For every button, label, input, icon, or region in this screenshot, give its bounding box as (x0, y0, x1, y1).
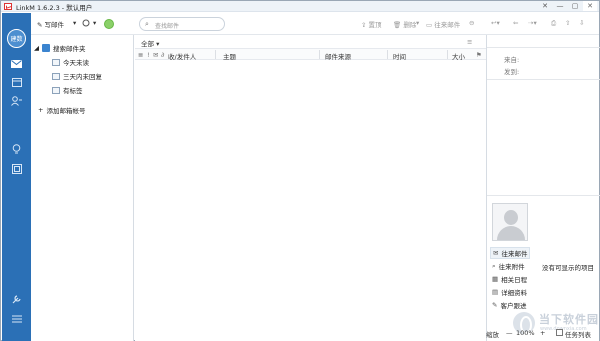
window-title: LinkM 1.6.2.3 - 默认用户 (16, 4, 93, 12)
mail-search-input[interactable]: ⌕ 查找邮件 (139, 17, 225, 31)
reply-all-icon[interactable]: ⇐ (513, 19, 518, 27)
close-button[interactable]: ✕ (583, 1, 597, 11)
from-label: 来自: (504, 56, 520, 64)
add-account-link[interactable]: + 添加邮箱帐号 (38, 105, 85, 115)
folder-search-root[interactable]: ◢ 搜索邮件夹 (34, 43, 86, 53)
status-indicator[interactable] (104, 19, 114, 29)
mail-icon: ✉ (493, 249, 499, 257)
app-logo-icon (4, 3, 12, 10)
delete-button[interactable]: 🗑 删除 (393, 19, 416, 29)
search-folder-icon (42, 44, 50, 52)
collapse-arrow-icon[interactable]: ◢ (34, 44, 39, 52)
read-status-icon[interactable]: ✉ (153, 51, 158, 59)
col-time[interactable]: 时间 (393, 51, 406, 61)
col-sender[interactable]: 收/发件人 (168, 51, 196, 61)
tab-related-schedule[interactable]: ▦ 相关日程 (492, 274, 527, 284)
divider (487, 195, 600, 196)
more-icon[interactable]: ⊖ (469, 19, 474, 27)
print-icon[interactable]: ⎙ (551, 19, 556, 28)
col-source[interactable]: 邮件来源 (325, 51, 351, 61)
compose-icon: ✎ (37, 21, 45, 29)
mail-list-header: ≣ ! ✉ ∂ 收/发件人 主题 邮件来源 时间 大小 ⚑ (135, 48, 486, 61)
to-label: 发到: (504, 68, 520, 76)
column-divider[interactable] (319, 50, 320, 59)
settings-icon[interactable] (10, 293, 23, 304)
attachment-icon[interactable]: ∂ (161, 51, 164, 59)
folder-icon (52, 72, 60, 80)
prev-icon[interactable]: ⇧ (565, 19, 570, 27)
calendar-icon[interactable] (10, 76, 23, 87)
zoom-in-button[interactable]: + (540, 329, 545, 337)
next-icon[interactable]: ⇩ (579, 19, 584, 27)
compose-button[interactable]: ✎ 写邮件 (37, 19, 64, 29)
zoom-label: 缩放 (486, 331, 499, 339)
main-toolbar: ✎ 写邮件 ▾ ▾ ⇪ 置顶 🗑 删除 ▾ ▭ 往来邮件 ⊖ ↩▾ ⇐ ⇢▾ ⎙… (31, 13, 599, 35)
folder-tagged[interactable]: 有标签 (52, 85, 83, 95)
folder-icon (52, 58, 60, 66)
refresh-icon[interactable] (82, 19, 90, 29)
calendar-icon: ▦ (492, 275, 499, 283)
delete-dropdown-icon[interactable]: ▾ (416, 19, 419, 27)
chevron-down-icon: ▾ (156, 40, 160, 48)
list-options-icon[interactable]: ≡ (467, 38, 472, 46)
status-bar: 缩放 — 100% + 任务列表 (486, 326, 599, 340)
empty-message: 没有可显示的项目 (542, 264, 594, 272)
divider (487, 79, 600, 80)
user-avatar[interactable]: 建数 (7, 29, 26, 48)
forward-icon[interactable]: ⇢▾ (528, 19, 537, 27)
thread-icon[interactable]: ≣ (138, 51, 143, 59)
divider (487, 47, 600, 48)
title-bar: LinkM 1.6.2.3 - 默认用户 ✕ — ▢ ✕ (1, 1, 599, 12)
nav-sidebar: 建数 (2, 13, 31, 341)
details-icon: ▤ (492, 288, 499, 296)
tag-folder-icon (52, 86, 60, 94)
flag-icon[interactable]: ⚑ (476, 51, 482, 59)
folder-pane: ◢ 搜索邮件夹 今天未读 三天内未回复 有标签 + 添加邮箱帐号 (31, 35, 134, 341)
person-silhouette-icon (504, 210, 518, 225)
followup-icon: ✎ (492, 301, 498, 309)
contacts-icon[interactable] (10, 95, 23, 106)
zoom-out-button[interactable]: — (506, 329, 513, 337)
app-window: LinkM 1.6.2.3 - 默认用户 ✕ — ▢ ✕ 建数 ✎ 写邮件 ▾ … (0, 0, 600, 341)
col-size[interactable]: 大小 (452, 51, 465, 61)
minimize-button[interactable]: — (553, 1, 567, 11)
col-subject[interactable]: 主题 (223, 51, 236, 61)
chat-icon: ▭ (426, 21, 435, 29)
column-divider[interactable] (387, 50, 388, 59)
maximize-button[interactable]: ▢ (568, 1, 582, 11)
search-icon: ⌕ (145, 20, 149, 28)
plus-icon: + (38, 106, 44, 114)
compose-dropdown-icon[interactable]: ▾ (73, 19, 76, 27)
window-controls: ✕ — ▢ ✕ (538, 1, 597, 11)
pin-icon: ⇪ (361, 21, 369, 29)
watermark-title: 当下软件园 (539, 313, 599, 326)
pin-button[interactable]: ⇪ 置顶 (361, 19, 382, 29)
reply-icon[interactable]: ↩▾ (491, 19, 500, 27)
search-placeholder: 查找邮件 (155, 23, 180, 30)
tab-details[interactable]: ▤ 详细资料 (492, 287, 527, 297)
contact-photo (492, 203, 528, 241)
filter-dropdown[interactable]: 全部 ▾ (141, 38, 159, 48)
zoom-value: 100% (516, 329, 535, 337)
task-list-label: 任务列表 (565, 331, 591, 339)
menu-icon[interactable] (10, 313, 23, 324)
refresh-dropdown-icon[interactable]: ▾ (93, 19, 96, 27)
idea-icon[interactable] (10, 144, 23, 155)
window-close-small-icon[interactable]: ✕ (538, 1, 552, 11)
folder-three-days[interactable]: 三天内未回复 (52, 71, 102, 81)
tab-exchange-mail[interactable]: ✉ 往来邮件 (490, 247, 531, 259)
paperclip-icon: ⌕ (492, 261, 496, 270)
task-list-checkbox[interactable] (556, 329, 563, 336)
preview-pane: 来自: 发到: ✉ 往来邮件 ⌕ 往来附件 ▦ 相关日程 ▤ 详细资料 ✎ 客户… (486, 35, 600, 341)
priority-icon[interactable]: ! (147, 51, 150, 59)
trash-icon: 🗑 (393, 21, 404, 29)
mail-list-pane: 全部 ▾ ≡ ≣ ! ✉ ∂ 收/发件人 主题 邮件来源 时间 大小 ⚑ (135, 35, 486, 341)
tab-exchange-attachments[interactable]: ⌕ 往来附件 (492, 261, 525, 272)
column-divider[interactable] (447, 50, 448, 59)
exchange-mail-button[interactable]: ▭ 往来邮件 (426, 19, 460, 29)
folder-today-unread[interactable]: 今天未读 (52, 57, 89, 67)
column-divider[interactable] (215, 50, 216, 59)
mail-icon[interactable] (10, 58, 23, 69)
addressbook-icon[interactable] (10, 163, 23, 174)
